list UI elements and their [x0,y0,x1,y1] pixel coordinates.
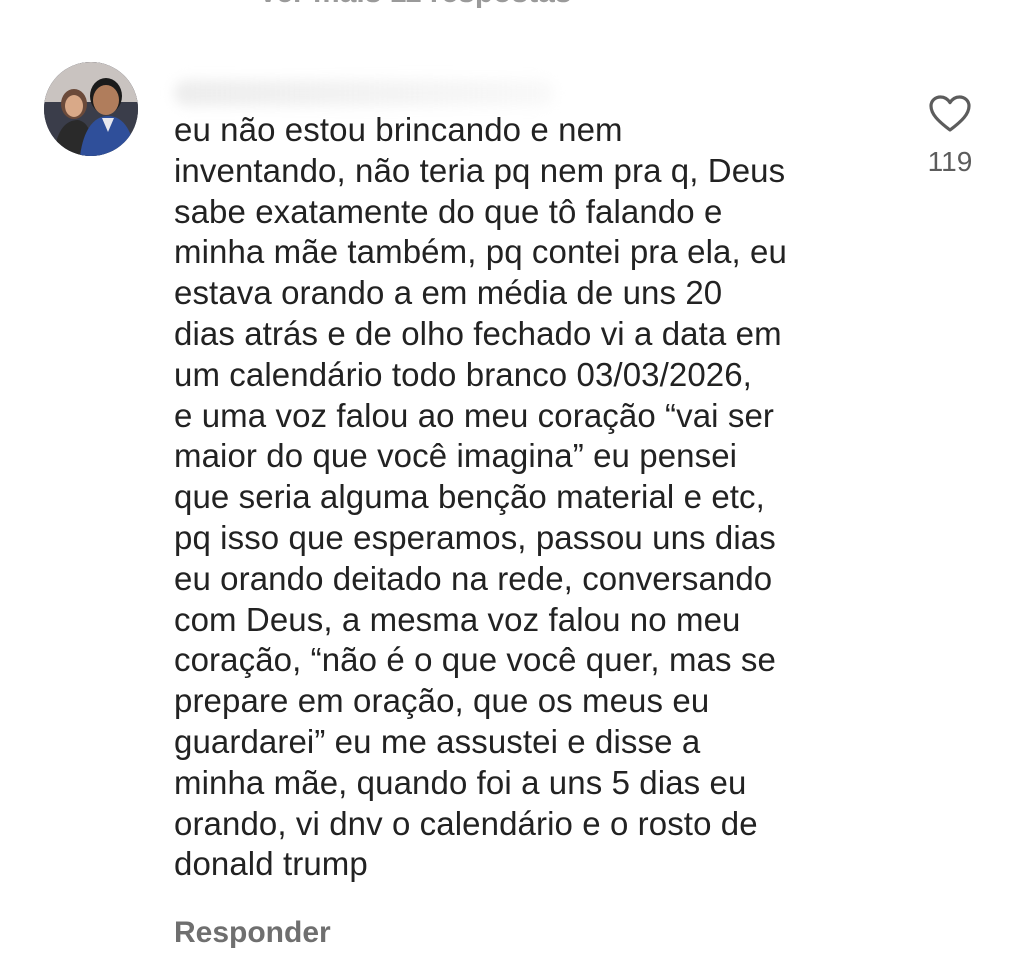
avatar-photo-icon [44,62,138,156]
like-area: 119 [914,94,986,178]
heart-outline-icon[interactable] [928,94,972,134]
user-avatar[interactable] [44,62,138,156]
username-blurred [174,80,554,106]
like-count: 119 [927,146,973,177]
reply-button[interactable]: Responder [174,915,331,951]
comment-item: eu não estou brincando e nem inventando,… [0,0,1024,958]
comment-text: eu não estou brincando e nem inventando,… [174,111,787,883]
